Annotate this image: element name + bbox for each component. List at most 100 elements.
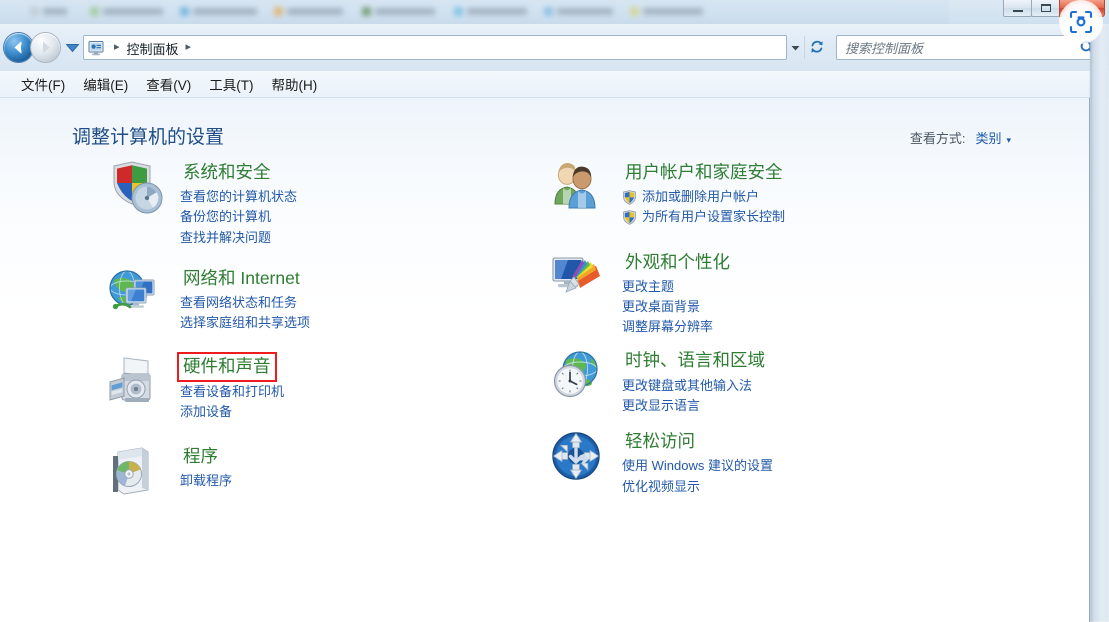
menu-item-3[interactable]: 工具(T)	[200, 72, 262, 96]
back-arrow-icon	[14, 41, 22, 54]
maximize-icon	[1041, 4, 1051, 12]
programs-disc-icon[interactable]	[108, 444, 166, 500]
category-link[interactable]: 查看设备和打印机	[180, 382, 284, 402]
category-right-0: 用户帐户和家庭安全添加或删除用户帐户为所有用户设置家长控制	[550, 160, 988, 228]
search-box[interactable]: 搜索控制面板	[836, 35, 1101, 60]
ease-of-access-icon	[552, 432, 600, 480]
category-link[interactable]: 卸载程序	[180, 471, 232, 491]
category-column-left: 系统和安全查看您的计算机状态 备份您的计算机 查找并解决问题网络和 Internet…	[108, 160, 548, 511]
category-link[interactable]: 使用 Windows 建议的设置	[622, 456, 773, 476]
maximize-button[interactable]	[1031, 0, 1060, 17]
clock-globe-icon	[553, 351, 598, 398]
search-input[interactable]: 搜索控制面板	[845, 38, 1079, 57]
category-title[interactable]: 系统和安全	[180, 161, 274, 184]
category-link-label: 查看设备和打印机	[180, 383, 285, 399]
category-title[interactable]: 外观和个性化	[622, 251, 733, 274]
network-globe-icon[interactable]	[108, 266, 166, 322]
category-title[interactable]: 网络和 Internet	[180, 267, 303, 290]
category-title[interactable]: 用户帐户和家庭安全	[622, 161, 786, 184]
chevron-down-icon[interactable]: ▾	[1006, 135, 1011, 146]
category-link-label: 使用 Windows 建议的设置	[622, 458, 773, 474]
category-link-label: 添加或删除用户帐户	[642, 189, 760, 205]
back-button[interactable]	[4, 33, 33, 62]
minimize-button[interactable]	[1003, 0, 1032, 17]
category-link[interactable]: 更改主题	[622, 277, 733, 297]
category-link[interactable]: 添加或删除用户帐户	[622, 187, 786, 207]
appearance-monitor-icon	[552, 257, 600, 293]
security-shield-icon[interactable]	[108, 160, 166, 216]
menu-item-0[interactable]: 文件(F)	[12, 72, 74, 96]
content-pane: 调整计算机的设置 查看方式: 类别 ▾ 系统和安全查看您的计算机状态 备份您的计算…	[0, 98, 1090, 622]
category-link[interactable]: 查看您的计算机状态	[180, 187, 297, 207]
category-link[interactable]: 选择家庭组和共享选项	[180, 313, 310, 333]
breadcrumb-item-control-panel[interactable]: 控制面板	[127, 38, 179, 58]
category-link-label: 为所有用户设置家长控制	[642, 209, 786, 225]
chevron-down-icon	[791, 45, 800, 50]
category-link[interactable]: 查看网络状态和任务	[180, 293, 310, 313]
breadcrumb-address-box[interactable]: ▸ 控制面板 ▸	[83, 35, 787, 60]
category-link[interactable]: 为所有用户设置家长控制	[622, 207, 786, 227]
printer-icon[interactable]	[108, 354, 166, 410]
category-body: 系统和安全查看您的计算机状态 备份您的计算机 查找并解决问题	[180, 160, 297, 248]
category-link-label: 更改主题	[622, 278, 675, 294]
refresh-icon	[811, 40, 823, 53]
uac-shield-icon	[623, 190, 636, 205]
page-header: 调整计算机的设置 查看方式: 类别 ▾	[0, 98, 1089, 160]
refresh-button[interactable]	[804, 36, 829, 59]
category-link-label: 备份您的计算机	[180, 209, 272, 225]
appearance-monitor-icon[interactable]	[550, 250, 608, 306]
menu-item-1[interactable]: 编辑(E)	[74, 72, 137, 96]
background-tab-strip	[0, 0, 1109, 24]
category-link[interactable]: 优化视频显示	[622, 477, 773, 497]
category-body: 时钟、语言和区域 更改键盘或其他输入法 更改显示语言	[622, 348, 768, 416]
category-link-label: 查看网络状态和任务	[180, 295, 298, 311]
breadcrumb-separator-1[interactable]: ▸	[179, 42, 199, 53]
category-right-1: 外观和个性化更改主题更改桌面背景 调整屏幕分辨率	[550, 250, 988, 338]
category-link[interactable]: 更改键盘或其他输入法	[622, 376, 768, 396]
category-right-2: 时钟、语言和区域 更改键盘或其他输入法 更改显示语言	[550, 348, 988, 416]
printer-icon	[109, 357, 151, 403]
category-link[interactable]: 更改显示语言	[622, 396, 768, 416]
background-tab	[360, 5, 442, 18]
menu-item-4[interactable]: 帮助(H)	[263, 72, 327, 96]
category-link-label: 优化视频显示	[622, 478, 701, 494]
category-body: 用户帐户和家庭安全添加或删除用户帐户为所有用户设置家长控制	[622, 160, 786, 228]
menu-item-2[interactable]: 查看(V)	[137, 72, 200, 96]
category-grid: 系统和安全查看您的计算机状态 备份您的计算机 查找并解决问题网络和 Internet…	[0, 160, 1089, 511]
background-tab	[178, 5, 264, 18]
forward-button[interactable]	[31, 33, 60, 62]
security-shield-icon	[113, 161, 163, 214]
category-title-highlighted[interactable]: 硬件和声音	[177, 352, 277, 382]
category-title[interactable]: 时钟、语言和区域	[622, 349, 768, 372]
clock-globe-icon[interactable]	[550, 348, 608, 404]
category-link-label: 添加设备	[180, 403, 233, 419]
ease-of-access-icon[interactable]	[550, 429, 608, 485]
background-tab	[272, 5, 350, 18]
view-by-value[interactable]: 类别	[975, 128, 1001, 147]
uac-shield-icon	[623, 210, 636, 225]
programs-disc-icon	[113, 447, 149, 495]
category-link[interactable]: 调整屏幕分辨率	[622, 317, 733, 337]
address-dropdown-button[interactable]	[787, 36, 804, 59]
category-link[interactable]: 查找并解决问题	[180, 228, 297, 248]
minimize-icon	[1013, 10, 1023, 12]
category-title[interactable]: 轻松访问	[622, 430, 698, 453]
category-link[interactable]: 添加设备	[180, 402, 284, 422]
window-right-edge	[1090, 24, 1109, 622]
category-link-label: 查看您的计算机状态	[180, 189, 298, 205]
recent-pages-button[interactable]	[64, 36, 80, 60]
background-tab	[542, 5, 620, 18]
category-right-3: 轻松访问使用 Windows 建议的设置 优化视频显示	[550, 429, 988, 497]
category-link[interactable]: 备份您的计算机	[180, 207, 297, 227]
category-link[interactable]: 更改桌面背景	[622, 297, 733, 317]
address-bar: ▸ 控制面板 ▸ 搜索控制面板	[0, 24, 1109, 71]
screenshot-camera-badge[interactable]	[1059, 0, 1103, 44]
view-by-control[interactable]: 查看方式: 类别 ▾	[910, 128, 1011, 147]
network-globe-icon	[109, 270, 155, 309]
user-accounts-icon[interactable]	[550, 160, 608, 216]
screenshot-camera-icon	[1069, 10, 1093, 34]
category-left-3: 程序 卸载程序	[108, 444, 548, 500]
chevron-down-icon	[65, 44, 79, 52]
category-title[interactable]: 程序	[180, 445, 221, 468]
category-link-label: 查找并解决问题	[180, 229, 272, 245]
